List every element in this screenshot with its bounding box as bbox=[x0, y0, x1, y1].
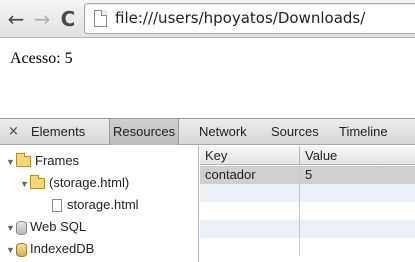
expand-triangle-icon[interactable]: ▼ bbox=[6, 217, 16, 239]
storage-table: Key Value contador 5 bbox=[200, 146, 415, 262]
folder-icon bbox=[16, 153, 31, 168]
table-cell-empty bbox=[200, 238, 300, 256]
url-text[interactable]: file:///users/hpoyatos/Downloads/ bbox=[115, 9, 365, 27]
column-header-key[interactable]: Key bbox=[200, 146, 300, 165]
devtools-panel: × Elements Resources Network Sources Tim… bbox=[0, 118, 415, 262]
tab-sources[interactable]: Sources bbox=[268, 119, 322, 145]
empty-table-row bbox=[200, 238, 415, 256]
expand-triangle-icon[interactable]: ▼ bbox=[20, 173, 30, 195]
back-arrow-icon[interactable]: ← bbox=[4, 7, 28, 31]
table-cell-key[interactable]: contador bbox=[200, 166, 300, 184]
table-row[interactable]: contador 5 bbox=[200, 166, 415, 184]
database-icon bbox=[16, 242, 27, 257]
tab-resources[interactable]: Resources bbox=[109, 119, 180, 145]
folder-icon bbox=[30, 175, 45, 190]
expand-triangle-icon[interactable]: ▼ bbox=[6, 151, 16, 173]
tree-label-websql: Web SQL bbox=[30, 219, 87, 234]
tree-item-indexeddb[interactable]: ▼ IndexedDB bbox=[6, 238, 94, 260]
tree-label-frame: (storage.html) bbox=[49, 175, 130, 190]
tree-item-file[interactable]: storage.html bbox=[52, 194, 139, 216]
table-cell-value[interactable]: 5 bbox=[300, 166, 415, 184]
database-icon bbox=[16, 220, 27, 235]
empty-table-row bbox=[200, 184, 415, 202]
tab-timeline[interactable]: Timeline bbox=[336, 119, 391, 145]
tree-label-frames: Frames bbox=[35, 153, 80, 168]
reload-icon[interactable]: C bbox=[56, 7, 80, 31]
table-cell-empty bbox=[200, 220, 300, 238]
empty-table-row bbox=[200, 202, 415, 220]
close-icon[interactable]: × bbox=[8, 124, 19, 139]
tree-item-frames[interactable]: ▼ Frames bbox=[6, 150, 79, 172]
devtools-toolbar: × Elements Resources Network Sources Tim… bbox=[0, 119, 415, 145]
resources-sidebar: ▼ Frames ▼ (storage.html) storage.html ▼ We… bbox=[0, 146, 199, 262]
browser-toolbar: ← → C file:///users/hpoyatos/Downloads/ bbox=[0, 0, 415, 38]
expand-triangle-icon[interactable]: ▼ bbox=[6, 239, 16, 261]
tree-label-file: storage.html bbox=[67, 197, 139, 212]
page-text: Acesso: 5 bbox=[10, 50, 73, 67]
tree-label-indexeddb: IndexedDB bbox=[30, 241, 95, 256]
page-icon bbox=[94, 10, 107, 27]
tree-item-websql[interactable]: ▼ Web SQL bbox=[6, 216, 86, 238]
empty-table-row bbox=[200, 220, 415, 238]
table-cell-empty bbox=[200, 184, 300, 202]
address-bar[interactable]: file:///users/hpoyatos/Downloads/ bbox=[84, 3, 415, 34]
tab-network[interactable]: Network bbox=[196, 119, 250, 145]
forward-arrow-icon[interactable]: → bbox=[30, 7, 54, 31]
file-icon bbox=[52, 199, 62, 213]
tab-elements[interactable]: Elements bbox=[28, 119, 88, 145]
column-header-value[interactable]: Value bbox=[300, 146, 415, 165]
table-cell-empty bbox=[200, 202, 300, 220]
tree-item-frame-storage[interactable]: ▼ (storage.html) bbox=[20, 172, 129, 194]
